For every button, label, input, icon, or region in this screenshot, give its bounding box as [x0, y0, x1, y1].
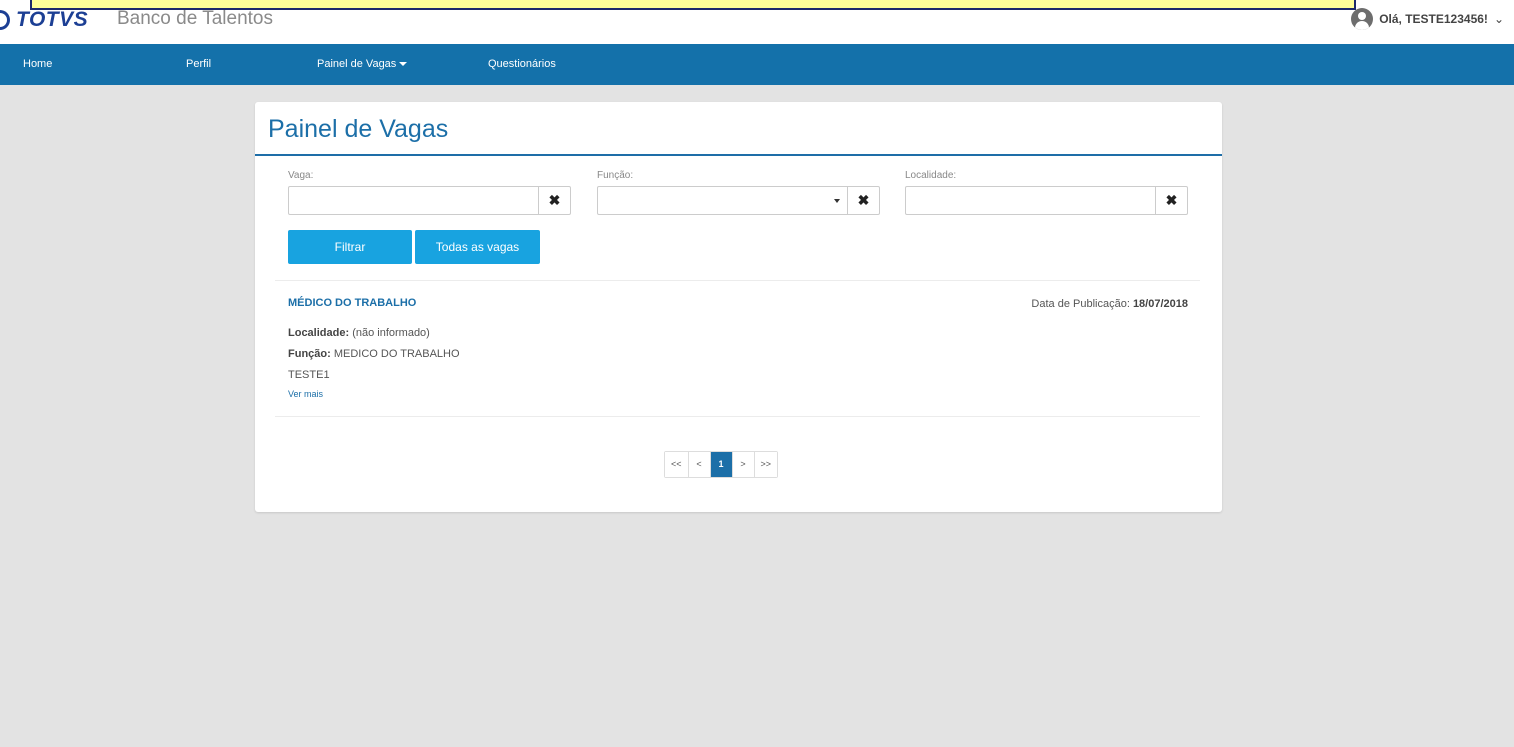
funcao-field: ✖ [597, 186, 880, 215]
publication-date: Data de Publicação: 18/07/2018 [1031, 298, 1188, 310]
nav-item-label: Painel de Vagas [317, 58, 397, 70]
vaga-input[interactable] [289, 187, 538, 214]
page-current-button[interactable]: 1 [710, 452, 733, 477]
pagination: << < 1 > >> [664, 451, 779, 478]
localidade-input[interactable] [906, 187, 1155, 214]
locality-label: Localidade: [288, 327, 350, 339]
page-prev-button[interactable]: < [688, 452, 711, 477]
function-label: Função: [288, 348, 331, 360]
function-value: MEDICO DO TRABALHO [333, 348, 460, 360]
vaga-label: Vaga: [288, 170, 314, 181]
app-title: Banco de Talentos [117, 8, 273, 29]
job-function: Função: MEDICO DO TRABALHO [288, 348, 460, 360]
main-navbar: Home Perfil Painel de Vagas Questionário… [0, 44, 1514, 85]
page-next-button[interactable]: > [732, 452, 755, 477]
pub-date-label: Data de Publicação: [1031, 298, 1130, 310]
divider [275, 416, 1200, 417]
totvs-logo[interactable]: TOTVS [0, 8, 88, 32]
nav-item-home[interactable]: Home [23, 44, 52, 85]
page-first-button[interactable]: << [665, 452, 689, 477]
localidade-field: ✖ [905, 186, 1188, 215]
user-menu[interactable]: Olá, TESTE123456! ⌄ [1351, 8, 1504, 30]
vaga-clear-icon[interactable]: ✖ [538, 187, 570, 214]
nav-item-perfil[interactable]: Perfil [186, 44, 211, 85]
dropdown-arrow-icon[interactable] [827, 187, 847, 214]
filter-button[interactable]: Filtrar [288, 230, 412, 264]
panel-header: Painel de Vagas [255, 102, 1222, 156]
nav-item-questionarios[interactable]: Questionários [488, 44, 556, 85]
localidade-label: Localidade: [905, 170, 957, 181]
funcao-label: Função: [597, 170, 634, 181]
user-avatar-icon [1351, 8, 1374, 30]
locality-value: (não informado) [352, 327, 430, 339]
nav-item-painel-de-vagas[interactable]: Painel de Vagas [317, 44, 408, 85]
user-greeting: Olá, TESTE123456! [1379, 12, 1488, 26]
job-panel: Painel de Vagas Vaga: ✖ Função: ✖ Locali… [255, 102, 1222, 512]
pub-date-value: 18/07/2018 [1132, 298, 1188, 310]
job-title-link[interactable]: MÉDICO DO TRABALHO [288, 297, 416, 309]
highlight-banner [30, 0, 1356, 10]
chevron-down-icon: ⌄ [1493, 12, 1504, 26]
divider [275, 280, 1200, 281]
all-jobs-button[interactable]: Todas as vagas [415, 230, 540, 264]
caret-down-icon [399, 62, 408, 67]
funcao-clear-icon[interactable]: ✖ [847, 187, 879, 214]
vaga-field: ✖ [288, 186, 571, 215]
page-title: Painel de Vagas [268, 115, 449, 143]
logo-text: TOTVS [16, 8, 89, 31]
job-locality: Localidade: (não informado) [288, 327, 430, 339]
localidade-clear-icon[interactable]: ✖ [1155, 187, 1187, 214]
page-last-button[interactable]: >> [754, 452, 778, 477]
ver-mais-link[interactable]: Ver mais [288, 389, 323, 399]
job-description: TESTE1 [288, 369, 330, 381]
totvs-logo-icon [0, 10, 10, 30]
funcao-select[interactable] [598, 187, 827, 214]
